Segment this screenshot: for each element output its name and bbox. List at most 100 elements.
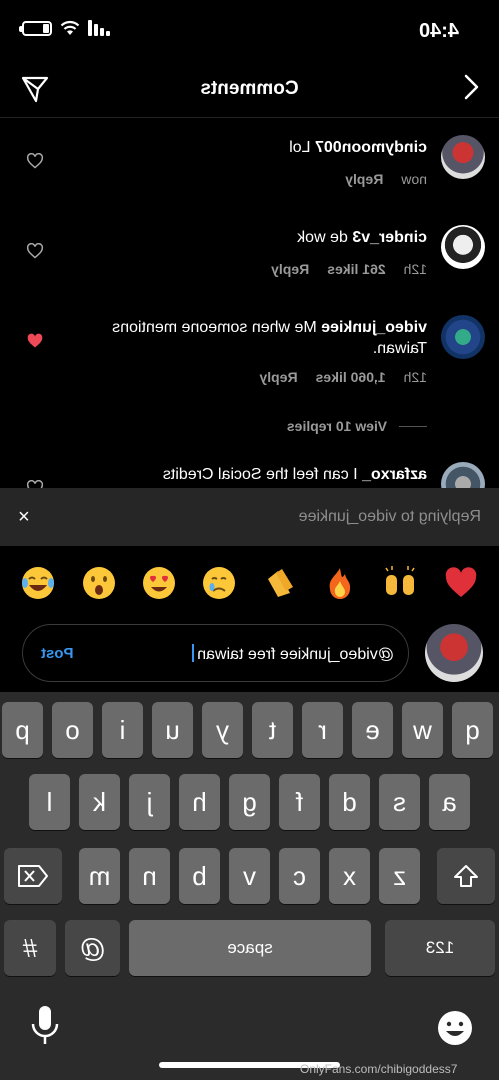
key-a-label: a (442, 787, 457, 817)
key-u-label: u (165, 715, 180, 745)
space-key[interactable]: space (129, 920, 371, 976)
screen: 4:40 Comments cindymoon007 Lol n o w Reply… (0, 0, 499, 1080)
comment-username[interactable]: cindymoon007 (315, 139, 427, 156)
emoji-keyboard-icon[interactable] (435, 1008, 475, 1048)
comment-username[interactable]: video_junkiee (321, 319, 427, 336)
raised-hands-emoji-icon[interactable] (382, 565, 418, 601)
key-j[interactable]: j (129, 774, 170, 830)
heart-eyes-emoji-icon[interactable] (141, 565, 177, 601)
comment-meta: 12h 261 likes Reply (271, 261, 427, 277)
heart-emoji-icon[interactable] (443, 565, 479, 601)
key-l-label: l (46, 787, 53, 817)
comment-input-text: @video_junkiee free taiwan (197, 646, 394, 663)
page-title: Comments (200, 78, 299, 99)
key-d[interactable]: d (329, 774, 370, 830)
avatar[interactable] (441, 315, 485, 359)
battery-icon (22, 20, 52, 36)
reply-button[interactable]: Reply (271, 261, 309, 277)
comment-body: I can feel the Social Credits (162, 466, 358, 483)
at-key-label: @ (79, 933, 106, 963)
laughing-tears-emoji-icon[interactable] (20, 565, 56, 601)
key-q[interactable]: q (452, 702, 493, 758)
view-replies-button[interactable]: View 10 replies (287, 418, 427, 434)
comment-username[interactable]: azfarxo_ (362, 466, 427, 483)
comment-likes[interactable]: 1,060 likes (316, 369, 386, 385)
key-q-label: q (465, 715, 480, 745)
comment-meta: now Reply (345, 171, 427, 187)
avatar[interactable] (441, 135, 485, 179)
key-t-label: t (268, 715, 277, 745)
key-e-label: e (365, 715, 380, 745)
key-t[interactable]: t (252, 702, 293, 758)
key-z[interactable]: z (379, 848, 420, 904)
key-m-label: m (88, 861, 111, 891)
key-n-label: n (142, 861, 157, 891)
key-m[interactable]: m (79, 848, 120, 904)
keyboard: q w e r t y u i o p a s d f g h j k l z x c v b n m 123 space @ # (0, 692, 499, 1080)
comment-time: 12h (403, 261, 427, 277)
comment-input[interactable]: @video_junkiee free taiwan Post (22, 624, 409, 682)
close-reply-button[interactable]: × (18, 506, 30, 529)
comment-body: Lol (289, 139, 311, 156)
liked-heart-icon[interactable] (26, 333, 44, 349)
key-o[interactable]: o (52, 702, 93, 758)
header: Comments (0, 60, 499, 118)
key-x[interactable]: x (329, 848, 370, 904)
key-c[interactable]: c (279, 848, 320, 904)
key-r[interactable]: r (302, 702, 343, 758)
like-heart-icon[interactable] (26, 153, 44, 169)
comment-username[interactable]: cinder_v3 (352, 229, 427, 246)
key-h[interactable]: h (179, 774, 220, 830)
key-s-label: s (393, 787, 406, 817)
comment-text: cinder_v3 de wok (70, 227, 427, 248)
key-e[interactable]: e (352, 702, 393, 758)
key-a[interactable]: a (429, 774, 470, 830)
like-heart-icon[interactable] (26, 243, 44, 259)
key-u[interactable]: u (152, 702, 193, 758)
reply-button[interactable]: Reply (345, 171, 383, 187)
numbers-key[interactable]: 123 (385, 920, 495, 976)
send-icon[interactable] (20, 74, 50, 104)
key-i[interactable]: i (102, 702, 143, 758)
comment-input-value: @video_junkiee free taiwan (192, 644, 394, 664)
comment-meta: 12h 1,060 likes Reply (259, 369, 427, 385)
key-y[interactable]: y (202, 702, 243, 758)
microphone-icon[interactable] (27, 1004, 63, 1046)
key-n[interactable]: n (129, 848, 170, 904)
shift-key[interactable] (437, 848, 495, 904)
key-w-label: w (413, 715, 432, 745)
watermark: OnlyFans.com/chibigoddess7 (300, 1062, 458, 1076)
comment-text: cindymoon007 Lol (70, 137, 427, 158)
key-g[interactable]: g (229, 774, 270, 830)
fire-emoji-icon[interactable] (322, 565, 358, 601)
status-bar: 4:40 (0, 0, 499, 60)
hash-key-label: # (22, 933, 38, 963)
reply-button[interactable]: Reply (259, 369, 297, 385)
key-p[interactable]: p (2, 702, 43, 758)
hash-key[interactable]: # (4, 920, 56, 976)
quick-emoji-bar (0, 548, 499, 618)
clap-emoji-icon[interactable] (262, 565, 298, 601)
key-s[interactable]: s (379, 774, 420, 830)
key-f[interactable]: f (279, 774, 320, 830)
backspace-icon (18, 865, 48, 887)
key-k[interactable]: k (79, 774, 120, 830)
key-b[interactable]: b (179, 848, 220, 904)
key-v[interactable]: v (229, 848, 270, 904)
key-v-label: v (243, 861, 256, 891)
post-button[interactable]: Post (41, 645, 74, 662)
status-icons (22, 20, 110, 36)
at-key[interactable]: @ (65, 920, 120, 976)
key-o-label: o (65, 715, 80, 745)
surprised-face-emoji-icon[interactable] (81, 565, 117, 601)
key-l[interactable]: l (29, 774, 70, 830)
cellular-signal-icon (88, 20, 110, 36)
replying-to-bar: Replying to video_junkiee × (0, 488, 499, 546)
crying-face-emoji-icon[interactable] (201, 565, 237, 601)
key-k-label: k (93, 787, 106, 817)
avatar[interactable] (441, 225, 485, 269)
comment-likes[interactable]: 261 likes (327, 261, 385, 277)
space-key-label: space (227, 938, 273, 957)
key-w[interactable]: w (402, 702, 443, 758)
backspace-key[interactable] (4, 848, 62, 904)
